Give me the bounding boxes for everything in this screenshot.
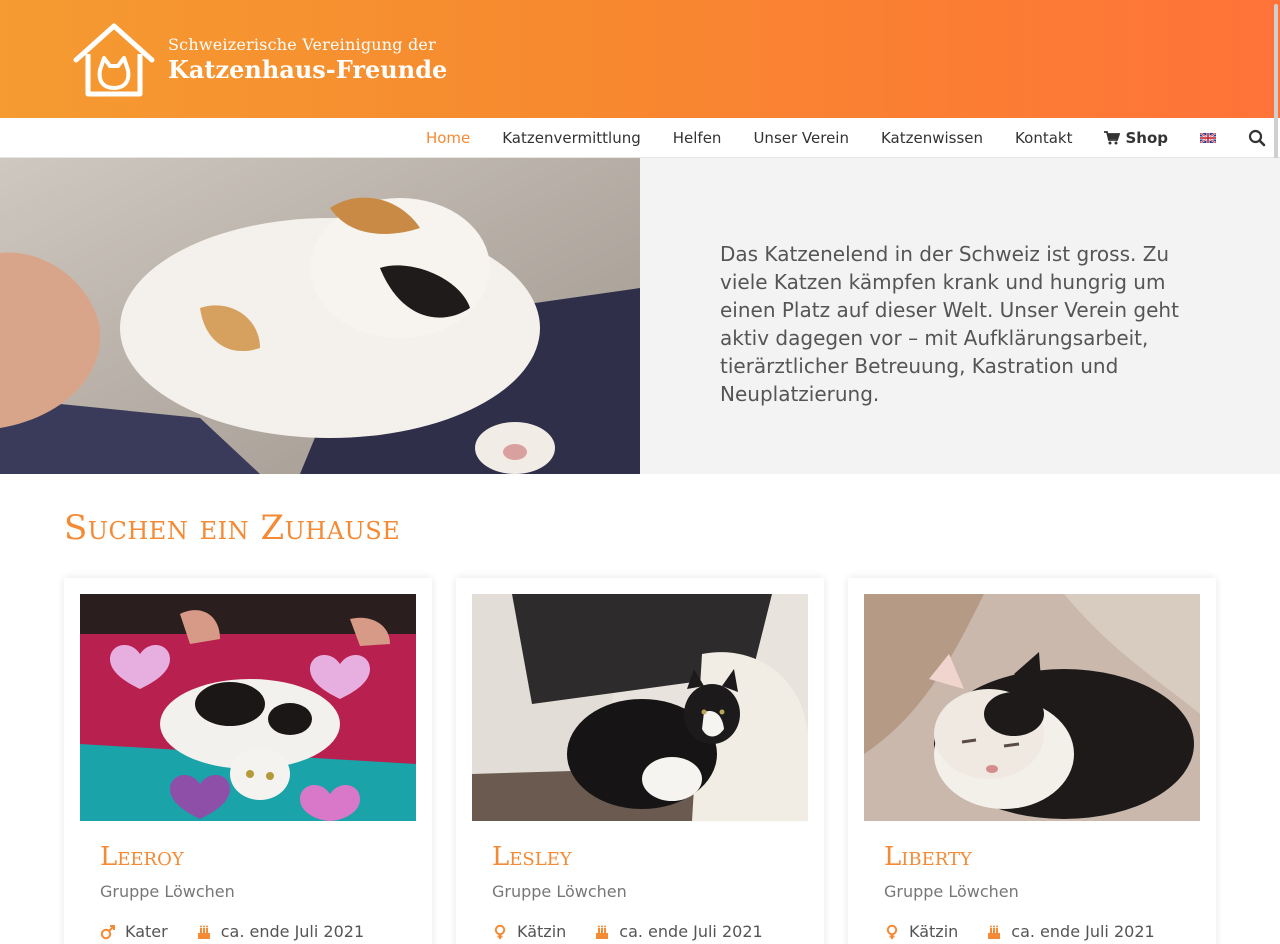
cat-sex: Kater (125, 922, 168, 941)
site-logo[interactable]: Schweizerische Vereinigung der Katzenhau… (70, 20, 450, 100)
uk-flag-icon[interactable] (1200, 133, 1216, 143)
search-icon[interactable] (1248, 129, 1266, 147)
cat-group: Gruppe Löwchen (100, 882, 235, 901)
hero-kitten-photo (0, 158, 640, 474)
cat-card[interactable]: Leeroy Gruppe Löwchen Kater ca. ende Jul… (64, 578, 432, 944)
shop-label: Shop (1125, 129, 1168, 147)
nav-items: Home Katzenvermittlung Helfen Unser Vere… (394, 118, 1266, 158)
cat-name[interactable]: Leeroy (100, 842, 184, 872)
cat-card[interactable]: Lesley Gruppe Löwchen Kätzin ca. ende Ju… (456, 578, 824, 944)
main-nav: Home Katzenvermittlung Helfen Unser Vere… (0, 118, 1280, 158)
cart-icon (1104, 131, 1121, 145)
logo-line2: Katzenhaus-Freunde (168, 55, 448, 84)
logo-text: Schweizerische Vereinigung der Katzenhau… (168, 35, 447, 85)
nav-item-kontakt[interactable]: Kontakt (1015, 129, 1072, 147)
female-icon (886, 924, 898, 939)
section-title: Suchen ein Zuhause (64, 508, 401, 548)
cat-name[interactable]: Liberty (884, 842, 972, 872)
cat-name[interactable]: Lesley (492, 842, 572, 872)
cat-card[interactable]: Liberty Gruppe Löwchen Kätzin ca. ende J… (848, 578, 1216, 944)
birthday-cake-icon (197, 925, 210, 939)
cat-sex: Kätzin (517, 922, 567, 941)
birthday-cake-icon (596, 925, 609, 939)
cat-meta: Kätzin ca. ende Juli 2021 (492, 922, 763, 941)
cat-birth: ca. ende Juli 2021 (1011, 922, 1155, 941)
cat-photo[interactable] (472, 594, 808, 821)
cat-birth: ca. ende Juli 2021 (220, 922, 365, 941)
cat-group: Gruppe Löwchen (492, 882, 627, 901)
female-icon (494, 924, 506, 939)
hero-section: Das Katzenelend in der Schweiz ist gross… (0, 158, 1280, 474)
nav-item-katzenvermittlung[interactable]: Katzenvermittlung (502, 129, 641, 147)
cat-meta: Kater ca. ende Juli 2021 (100, 922, 364, 941)
cat-birth: ca. ende Juli 2021 (619, 922, 763, 941)
nav-item-unser-verein[interactable]: Unser Verein (753, 129, 849, 147)
nav-item-shop[interactable]: Shop (1104, 129, 1168, 147)
cat-house-logo-icon (73, 23, 155, 97)
cat-meta: Kätzin ca. ende Juli 2021 (884, 922, 1155, 941)
cat-photo[interactable] (864, 594, 1200, 821)
nav-item-helfen[interactable]: Helfen (673, 129, 722, 147)
hero-description: Das Katzenelend in der Schweiz ist gross… (720, 242, 1179, 406)
cat-sex: Kätzin (909, 922, 959, 941)
site-header: Schweizerische Vereinigung der Katzenhau… (0, 0, 1280, 118)
cat-group: Gruppe Löwchen (884, 882, 1019, 901)
nav-item-home[interactable]: Home (426, 129, 470, 147)
birthday-cake-icon (988, 925, 1001, 939)
cat-cards: Leeroy Gruppe Löwchen Kater ca. ende Jul… (64, 578, 1216, 944)
male-icon (100, 924, 115, 939)
nav-item-katzenwissen[interactable]: Katzenwissen (881, 129, 983, 147)
logo-line1: Schweizerische Vereinigung der (168, 35, 436, 54)
cat-photo[interactable] (80, 594, 416, 821)
